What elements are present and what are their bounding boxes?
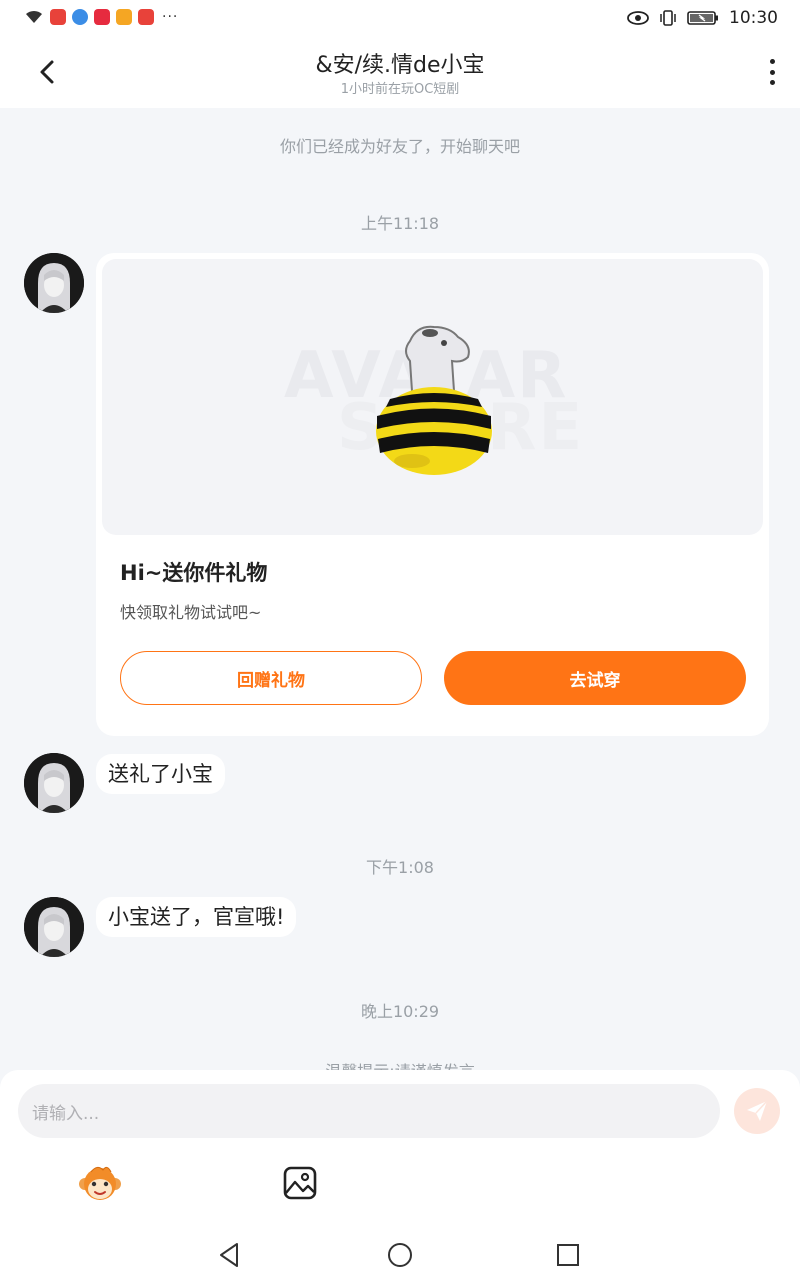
gift-card: AVATAR STORE Hi~送你件礼物 快领取礼物试试吧~ 回赠礼物 去试穿 [96,253,769,736]
message-input[interactable]: 请输入... [18,1084,720,1138]
monkey-face-icon[interactable] [77,1160,123,1206]
more-notifications: ··· [162,9,179,25]
clock: 10:30 [729,8,778,28]
bee-gift-icon [376,325,492,475]
battery-icon [687,11,718,25]
kebab-dot [769,80,775,85]
avatar-image [24,753,84,813]
avatar-image [24,897,84,957]
vibrate-icon [660,10,676,26]
app-notification-icon [116,9,132,25]
send-button[interactable] [734,1088,780,1134]
timestamp: 上午11:18 [360,214,440,233]
paper-plane-icon [747,1100,768,1121]
kebab-dot [769,59,775,64]
triangle-back-icon[interactable] [215,1240,245,1270]
return-gift-button[interactable]: 回赠礼物 [120,651,422,705]
timestamp: 晚上10:29 [360,1002,440,1021]
app-notification-icon [50,9,66,25]
timestamp: 下午1:08 [366,858,434,877]
status-bar: ··· 10:30 [0,0,800,38]
chat-subtitle: 1小时前在玩OC短剧 [340,82,460,97]
contact-avatar[interactable] [24,897,84,957]
composer-panel: 请输入... [0,1070,800,1230]
avatar-image [24,253,84,313]
status-left: ··· [24,9,178,25]
app-notification-icon [138,9,154,25]
kebab-dot [769,69,775,75]
eye-icon [627,11,649,25]
contact-avatar[interactable] [24,253,84,313]
chat-header: &安/续.情de小宝 1小时前在玩OC短剧 [0,38,800,108]
app-notification-icon [94,9,110,25]
circle-home-icon[interactable] [385,1240,415,1270]
app-notification-icon [72,9,88,25]
system-nav-bar [0,1230,800,1280]
more-menu-button[interactable] [766,56,778,88]
image-icon[interactable] [277,1160,323,1206]
chat-title: &安/续.情de小宝 [315,53,485,78]
gift-preview: AVATAR STORE [102,259,763,535]
chat-bubble[interactable]: 小宝送了，官宣哦! [96,897,297,937]
gift-card-description: 快领取礼物试试吧~ [120,603,262,622]
status-right: 10:30 [627,8,778,28]
wifi-icon [26,10,42,23]
chat-bubble[interactable]: 送礼了小宝 [96,754,225,794]
contact-avatar[interactable] [24,753,84,813]
friend-notice: 你们已经成为好友了，开始聊天吧 [279,137,520,156]
try-on-button[interactable]: 去试穿 [444,651,746,705]
square-recent-icon[interactable] [553,1240,583,1270]
gift-card-title: Hi~送你件礼物 [120,561,268,585]
